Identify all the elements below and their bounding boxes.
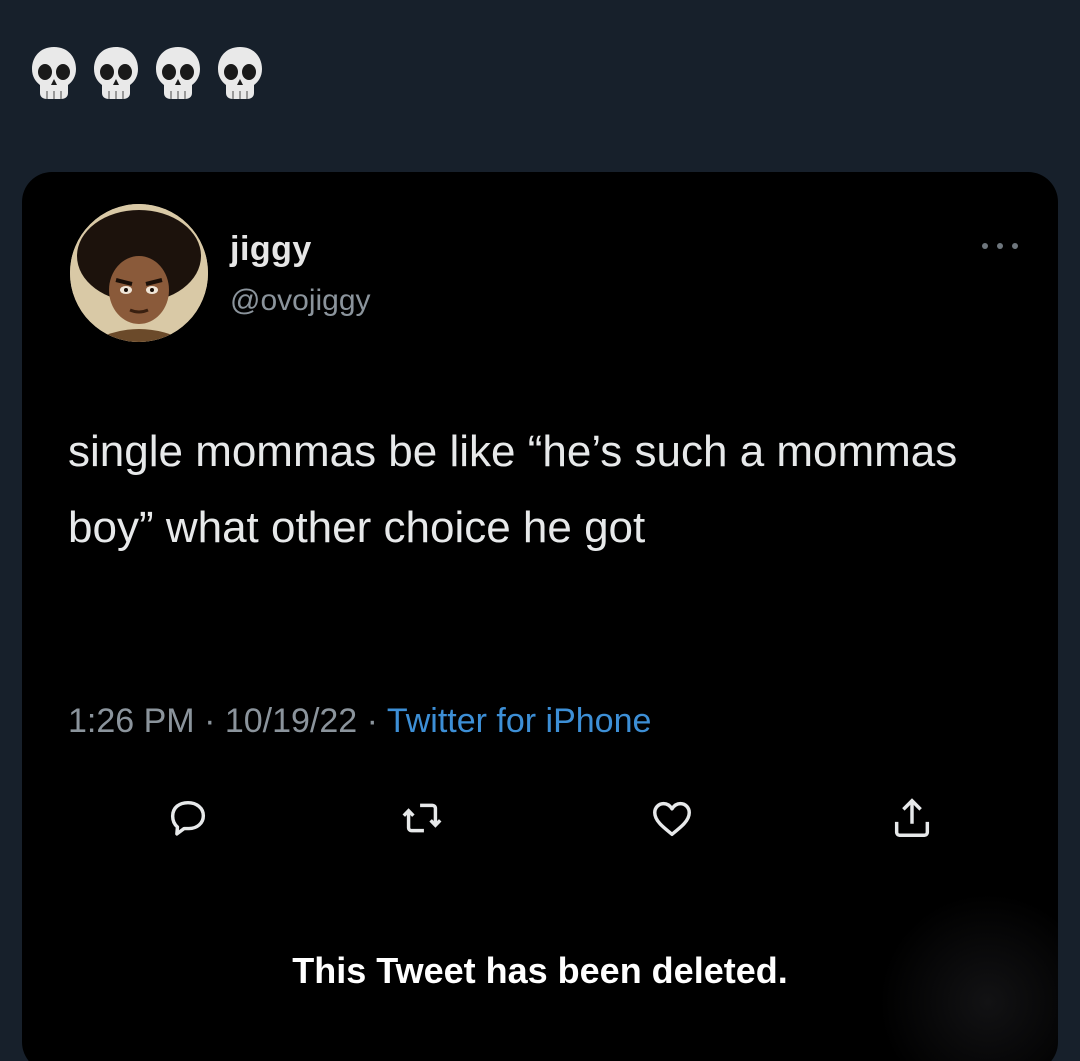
tweet-text: single mommas be like “he’s such a momma… [68, 427, 958, 552]
skull-icon [32, 47, 76, 99]
tweet-actions [160, 790, 940, 850]
share-button[interactable] [884, 790, 940, 846]
tweet-time[interactable]: 1:26 PM [68, 702, 195, 740]
page: jiggy @ovojiggy single mommas be like “h… [0, 0, 1080, 1061]
tweet-card: jiggy @ovojiggy single mommas be like “h… [22, 172, 1058, 1061]
retweet-button[interactable] [394, 790, 450, 846]
retweet-icon [402, 803, 442, 833]
skull-icon [156, 47, 200, 99]
like-button[interactable] [644, 790, 700, 846]
reply-icon [170, 800, 206, 836]
meta-separator: · [204, 702, 216, 740]
user-handle[interactable]: @ovojiggy [230, 284, 371, 318]
skull-icon [218, 47, 262, 99]
tweet-source-link[interactable]: Twitter for iPhone [387, 702, 652, 740]
tweet-meta: 1:26 PM · 10/19/22 · Twitter for iPhone [68, 702, 651, 741]
emoji-row [30, 45, 264, 101]
share-icon [894, 798, 930, 837]
like-icon [653, 801, 691, 837]
more-options-icon[interactable] [982, 234, 1018, 258]
corner-shadow [878, 892, 1058, 1061]
avatar[interactable] [70, 204, 208, 342]
skull-icon [94, 47, 138, 99]
reply-button[interactable] [160, 790, 216, 846]
meta-separator: · [366, 702, 378, 740]
display-name[interactable]: jiggy [230, 230, 312, 269]
avatar-image [70, 204, 208, 342]
tweet-date[interactable]: 10/19/22 [225, 702, 357, 740]
